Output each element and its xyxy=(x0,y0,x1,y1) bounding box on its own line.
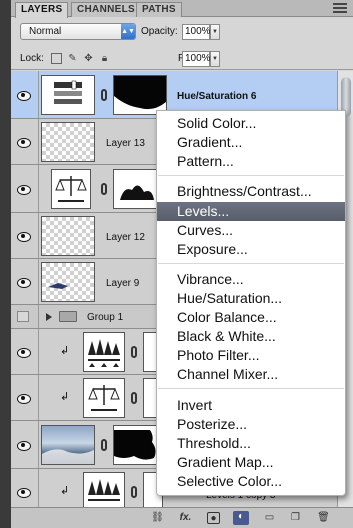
clipping-arrow-icon: ↲ xyxy=(60,391,70,403)
menu-item-color-balance[interactable]: Color Balance... xyxy=(157,308,345,327)
visibility-eye-icon[interactable] xyxy=(15,137,31,148)
layer-name: Layer 12 xyxy=(106,232,145,243)
visibility-off-box[interactable] xyxy=(17,311,29,322)
visibility-eye-icon[interactable] xyxy=(15,347,31,358)
panel-dock-strip xyxy=(0,0,11,528)
photo-thumbnail xyxy=(41,425,95,465)
layer-name: Layer 9 xyxy=(106,278,140,289)
menu-item-gradient[interactable]: Gradient... xyxy=(157,133,345,152)
menu-item-posterize[interactable]: Posterize... xyxy=(157,415,345,434)
opacity-input[interactable]: 100% ▼ xyxy=(182,24,220,40)
fill-input[interactable]: 100% ▼ xyxy=(182,51,220,67)
lock-pixels-icon[interactable]: ✎ xyxy=(67,53,78,64)
lock-position-icon[interactable]: ✥ xyxy=(83,53,94,64)
adjustment-thumbnail xyxy=(41,75,95,115)
layer-thumbnail xyxy=(41,122,95,162)
menu-item-gradient-map[interactable]: Gradient Map... xyxy=(157,453,345,472)
layers-panel: LAYERS CHANNELS PATHS Normal ▲▼ Opacity:… xyxy=(0,0,353,528)
panel-tab-bar: LAYERS CHANNELS PATHS xyxy=(11,0,353,18)
menu-separator xyxy=(158,175,344,176)
visibility-eye-icon[interactable] xyxy=(15,277,31,288)
menu-item-hue-saturation[interactable]: Hue/Saturation... xyxy=(157,289,345,308)
panel-menu-icon[interactable] xyxy=(333,3,347,13)
opacity-label: Opacity: xyxy=(141,26,178,37)
menu-separator xyxy=(158,388,344,389)
layer-name: Hue/Saturation 6 xyxy=(177,91,257,102)
layer-thumbnail xyxy=(41,216,95,256)
clipping-arrow-icon: ↲ xyxy=(60,345,70,357)
levels-adjustment-thumbnail xyxy=(51,169,91,209)
layer-mask-icon[interactable]: ● xyxy=(207,512,220,524)
opacity-value: 100% xyxy=(185,26,211,37)
menu-item-solid-color[interactable]: Solid Color... xyxy=(157,114,345,133)
mask-link-icon[interactable] xyxy=(131,346,137,358)
menu-item-curves[interactable]: Curves... xyxy=(157,221,345,240)
menu-item-vibrance[interactable]: Vibrance... xyxy=(157,270,345,289)
tab-channels[interactable]: CHANNELS xyxy=(71,2,141,17)
mask-link-icon[interactable] xyxy=(131,486,137,498)
levels-adjustment-thumbnail xyxy=(83,378,125,418)
menu-item-levels[interactable]: Levels... xyxy=(157,202,345,221)
adjustment-layer-menu: Solid Color... Gradient... Pattern... Br… xyxy=(156,110,346,496)
mask-link-icon[interactable] xyxy=(131,392,137,404)
new-layer-icon[interactable]: ❐ xyxy=(289,512,302,524)
lock-transparency-icon[interactable] xyxy=(51,53,62,64)
menu-item-selective-color[interactable]: Selective Color... xyxy=(157,472,345,491)
lock-label: Lock: xyxy=(20,53,44,64)
fx-icon[interactable]: fx. xyxy=(179,512,192,524)
visibility-eye-icon[interactable] xyxy=(15,231,31,242)
blend-row: Normal ▲▼ Opacity: 100% ▼ xyxy=(11,18,353,45)
folder-icon xyxy=(59,311,77,322)
levels-adjustment-thumbnail xyxy=(83,332,125,372)
expand-triangle-icon[interactable] xyxy=(46,313,52,321)
menu-item-exposure[interactable]: Exposure... xyxy=(157,240,345,259)
visibility-eye-icon[interactable] xyxy=(15,90,31,101)
visibility-eye-icon[interactable] xyxy=(15,440,31,451)
visibility-eye-icon[interactable] xyxy=(15,487,31,498)
opacity-dropdown-icon[interactable]: ▼ xyxy=(210,24,220,40)
menu-item-threshold[interactable]: Threshold... xyxy=(157,434,345,453)
trash-icon[interactable]: 🗑︎ xyxy=(317,512,330,524)
adjustment-layer-icon[interactable]: ◐ xyxy=(233,511,249,525)
menu-item-pattern[interactable]: Pattern... xyxy=(157,152,345,171)
menu-item-channel-mixer[interactable]: Channel Mixer... xyxy=(157,365,345,384)
group-name: Group 1 xyxy=(87,312,124,323)
mask-link-icon[interactable] xyxy=(101,183,107,195)
menu-separator xyxy=(158,263,344,264)
blend-mode-value: Normal xyxy=(29,26,62,37)
lock-all-icon[interactable]: 🔒︎ xyxy=(99,53,110,64)
visibility-eye-icon[interactable] xyxy=(15,393,31,404)
menu-item-black-white[interactable]: Black & White... xyxy=(157,327,345,346)
tab-paths[interactable]: PATHS xyxy=(136,2,182,17)
mask-link-icon[interactable] xyxy=(101,439,107,451)
fill-value: 100% xyxy=(185,53,211,64)
blend-mode-select[interactable]: Normal ▲▼ xyxy=(20,23,136,40)
link-layers-icon[interactable]: ⛓ xyxy=(151,512,164,524)
menu-item-brightness-contrast[interactable]: Brightness/Contrast... xyxy=(157,182,345,201)
fill-dropdown-icon[interactable]: ▼ xyxy=(210,51,220,67)
layer-name: Layer 13 xyxy=(106,138,145,149)
group-folder-icon[interactable]: ▭ xyxy=(263,512,276,524)
lock-row: Lock: ✎ ✥ 🔒︎ Fill: 100% ▼ xyxy=(11,47,353,70)
levels-adjustment-thumbnail xyxy=(83,472,125,507)
menu-item-photo-filter[interactable]: Photo Filter... xyxy=(157,346,345,365)
chevron-updown-icon: ▲▼ xyxy=(121,24,135,39)
layer-thumbnail xyxy=(41,262,95,302)
tab-layers[interactable]: LAYERS xyxy=(15,2,69,18)
mask-link-icon[interactable] xyxy=(101,89,107,101)
menu-item-invert[interactable]: Invert xyxy=(157,396,345,415)
visibility-eye-icon[interactable] xyxy=(15,184,31,195)
layers-bottom-toolbar: ⛓ fx. ● ◐ ▭ ❐ 🗑︎ xyxy=(11,507,353,528)
layer-mask-thumbnail xyxy=(113,75,167,115)
clipping-arrow-icon: ↲ xyxy=(60,485,70,497)
